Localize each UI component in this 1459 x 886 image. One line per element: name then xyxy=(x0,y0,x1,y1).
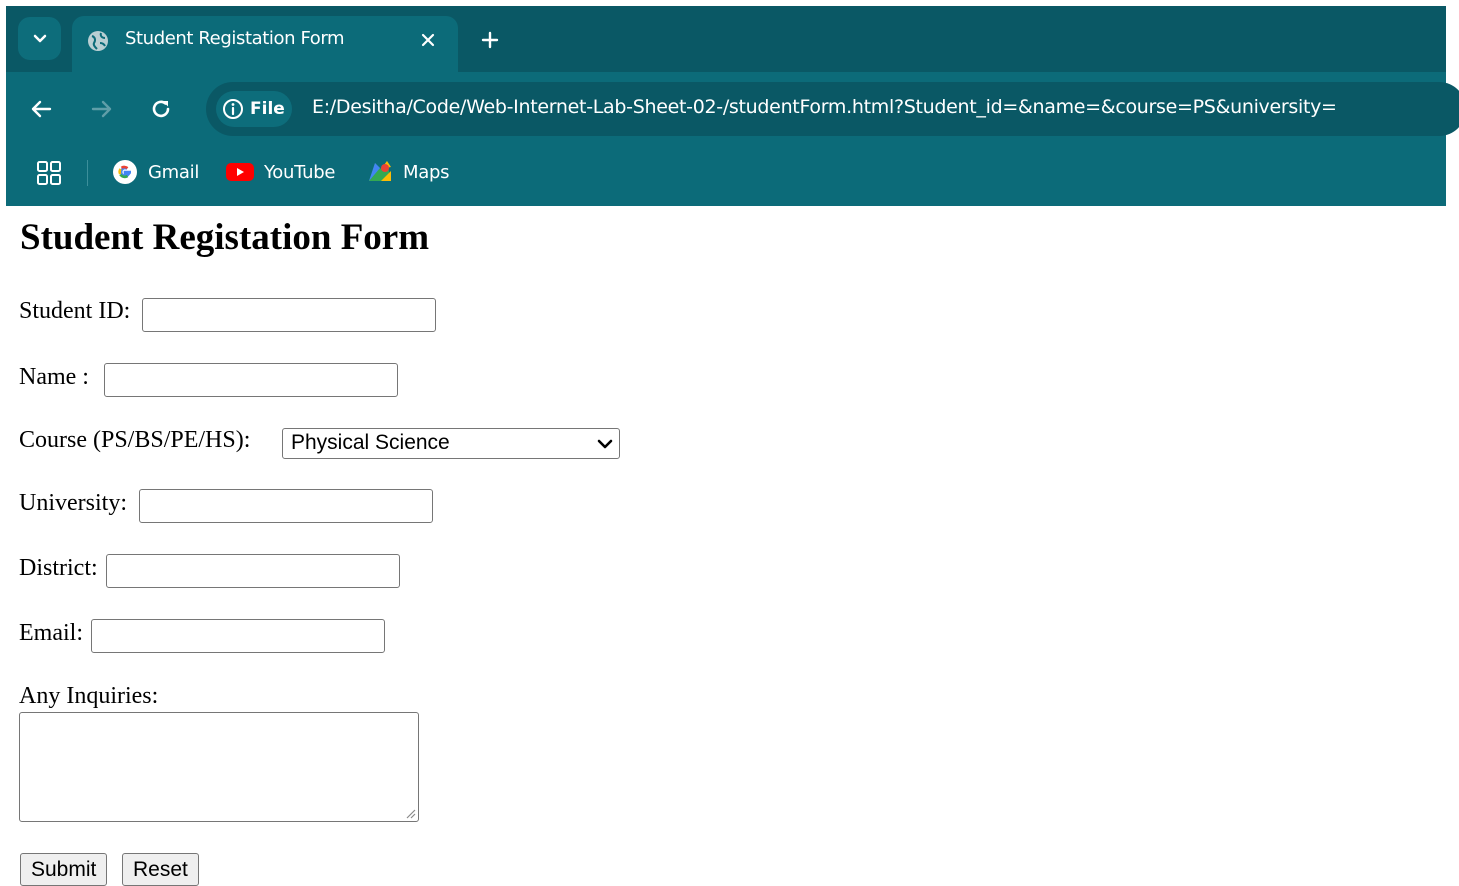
university-input[interactable] xyxy=(139,489,433,523)
reset-button[interactable]: Reset xyxy=(122,853,199,886)
new-tab-button[interactable] xyxy=(476,26,504,54)
tab-strip: Student Registation Form xyxy=(6,6,1446,74)
chevron-down-icon xyxy=(33,34,46,42)
chevron-down-icon xyxy=(597,439,613,449)
email-input[interactable] xyxy=(91,619,385,653)
student-id-label: Student ID: xyxy=(19,298,131,324)
inquiries-textarea[interactable] xyxy=(19,712,419,822)
tab-student-form[interactable]: Student Registation Form xyxy=(72,16,458,74)
site-chip-label: File xyxy=(250,99,285,119)
info-icon xyxy=(223,99,243,119)
apps-grid-icon[interactable] xyxy=(36,160,62,186)
bookmark-label: YouTube xyxy=(264,161,336,183)
student-id-input[interactable] xyxy=(142,298,436,332)
plus-icon xyxy=(481,31,499,49)
course-label: Course (PS/BS/PE/HS): xyxy=(19,427,251,453)
page-title: Student Registation Form xyxy=(20,217,430,258)
url-text[interactable]: E:/Desitha/Code/Web-Internet-Lab-Sheet-0… xyxy=(312,96,1337,118)
bookmark-maps[interactable]: Maps xyxy=(367,156,449,188)
tab-title: Student Registation Form xyxy=(125,28,345,49)
district-input[interactable] xyxy=(106,554,400,588)
bookmark-gmail[interactable]: Gmail xyxy=(112,156,199,188)
bookmarks-separator xyxy=(87,160,88,186)
course-select-value: Physical Science xyxy=(291,431,450,454)
browser-window: Student Registation Form File E:/Desitha… xyxy=(6,6,1459,206)
course-select[interactable]: Physical Science xyxy=(282,428,620,459)
district-label: District: xyxy=(19,555,98,581)
forward-button[interactable] xyxy=(87,94,117,124)
back-arrow-icon xyxy=(31,100,52,118)
university-label: University: xyxy=(19,490,127,516)
tab-search-button[interactable] xyxy=(18,17,61,60)
name-label: Name : xyxy=(19,364,89,390)
bookmarks-bar: Gmail YouTube Maps xyxy=(6,146,1446,198)
email-label: Email: xyxy=(19,620,83,646)
back-button[interactable] xyxy=(26,94,56,124)
bookmark-label: Gmail xyxy=(148,161,200,183)
globe-icon xyxy=(86,29,110,53)
inquiries-label: Any Inquiries: xyxy=(19,683,159,709)
close-icon[interactable] xyxy=(416,28,440,52)
submit-button[interactable]: Submit xyxy=(20,853,108,886)
forward-arrow-icon xyxy=(91,100,112,118)
reload-button[interactable] xyxy=(146,94,176,124)
bookmark-youtube[interactable]: YouTube xyxy=(226,156,335,188)
maps-icon xyxy=(369,161,391,181)
name-input[interactable] xyxy=(104,363,398,397)
google-icon xyxy=(113,160,137,184)
reload-icon xyxy=(152,100,170,118)
resize-grip-icon[interactable] xyxy=(404,807,416,819)
youtube-icon xyxy=(226,163,254,181)
address-bar[interactable]: File E:/Desitha/Code/Web-Internet-Lab-Sh… xyxy=(206,82,1459,136)
site-info-chip[interactable]: File xyxy=(216,91,292,127)
bookmark-label: Maps xyxy=(403,161,450,183)
